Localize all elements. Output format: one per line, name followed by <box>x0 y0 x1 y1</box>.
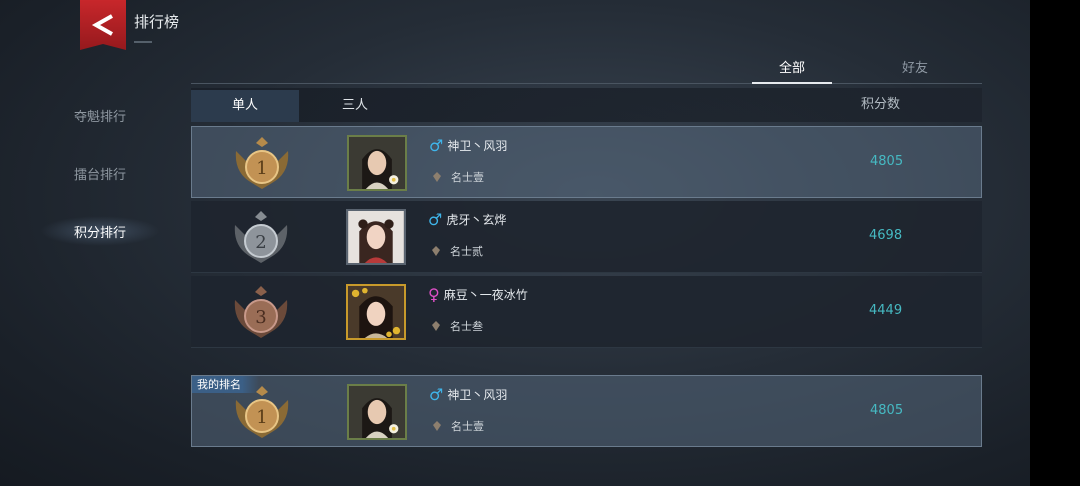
player-name: 神卫丶风羽 <box>447 388 508 402</box>
title-emblem-icon <box>432 321 440 331</box>
female-icon: ♀ <box>428 285 440 304</box>
tab-single[interactable]: 单人 <box>191 90 299 122</box>
title-emblem-icon <box>433 172 441 182</box>
player-name-line: ♂ 神卫丶风羽 <box>429 136 507 155</box>
title-underline <box>134 41 152 43</box>
player-title: 名士叁 <box>450 320 483 333</box>
sidebar-item-duokui-rank[interactable]: 夺魁排行 <box>40 86 160 144</box>
player-score: 4805 <box>870 154 904 169</box>
svg-text:2: 2 <box>255 232 266 253</box>
player-name: 虎牙丶玄烨 <box>446 213 507 227</box>
table-row[interactable]: 1 ♂ 神卫丶风羽 名士壹 4805 <box>191 126 982 198</box>
player-name-line: ♀ 麻豆丶一夜冰竹 <box>428 285 528 304</box>
player-title-line: 名士壹 <box>431 418 484 434</box>
list-header: 单人 三人 积分数 <box>191 88 982 122</box>
player-avatar[interactable] <box>347 384 407 440</box>
back-button[interactable] <box>80 0 126 50</box>
silver-medal-icon: 2 <box>234 211 288 263</box>
my-rank-row[interactable]: 我的排名 1 ♂ 神卫丶风羽 名士壹 4805 <box>191 375 982 447</box>
gold-medal-icon: 1 <box>235 137 289 189</box>
player-name-line: ♂ 神卫丶风羽 <box>429 385 507 404</box>
male-icon: ♂ <box>428 210 443 229</box>
page-title: 排行榜 <box>134 13 180 31</box>
svg-text:3: 3 <box>255 307 266 328</box>
top-tabs: 全部 好友 <box>191 56 982 84</box>
table-row[interactable]: 2 ♂ 虎牙丶玄烨 名士贰 4698 <box>191 201 982 273</box>
table-row[interactable]: 3 ♀ 麻豆丶一夜冰竹 名士叁 4449 <box>191 276 982 348</box>
player-avatar[interactable] <box>346 209 406 265</box>
tab-trio[interactable]: 三人 <box>301 90 409 122</box>
player-score: 4698 <box>869 228 903 243</box>
svg-text:1: 1 <box>256 407 267 428</box>
player-avatar[interactable] <box>347 135 407 191</box>
player-avatar[interactable] <box>346 284 406 340</box>
player-name-line: ♂ 虎牙丶玄烨 <box>428 210 506 229</box>
bronze-medal-icon: 3 <box>234 286 288 338</box>
male-icon: ♂ <box>429 136 444 155</box>
svg-text:1: 1 <box>256 158 267 179</box>
player-title-line: 名士叁 <box>430 318 483 334</box>
player-title: 名士壹 <box>451 171 484 184</box>
player-name: 麻豆丶一夜冰竹 <box>443 288 528 302</box>
player-score: 4805 <box>870 403 904 418</box>
sidebar-item-label: 积分排行 <box>73 225 126 241</box>
male-icon: ♂ <box>429 385 444 404</box>
screen-edge <box>1030 0 1080 486</box>
title-emblem-icon <box>432 246 440 256</box>
sidebar-item-leitai-rank[interactable]: 擂台排行 <box>40 144 160 202</box>
score-column-header: 积分数 <box>860 97 900 112</box>
title-emblem-icon <box>433 421 441 431</box>
player-name: 神卫丶风羽 <box>447 139 508 153</box>
sidebar-item-points-rank[interactable]: 积分排行 <box>40 202 160 260</box>
tab-all[interactable]: 全部 <box>752 56 832 84</box>
sidebar: 夺魁排行 擂台排行 积分排行 <box>40 86 160 260</box>
player-title-line: 名士壹 <box>431 169 484 185</box>
player-title-line: 名士贰 <box>430 243 483 259</box>
gold-medal-icon: 1 <box>235 386 289 438</box>
sidebar-item-label: 夺魁排行 <box>73 109 126 125</box>
player-title: 名士贰 <box>450 245 483 258</box>
sidebar-item-label: 擂台排行 <box>73 167 126 183</box>
tab-friends[interactable]: 好友 <box>875 56 955 84</box>
player-title: 名士壹 <box>451 420 484 433</box>
player-score: 4449 <box>869 303 903 318</box>
back-arrow-icon <box>91 14 113 36</box>
